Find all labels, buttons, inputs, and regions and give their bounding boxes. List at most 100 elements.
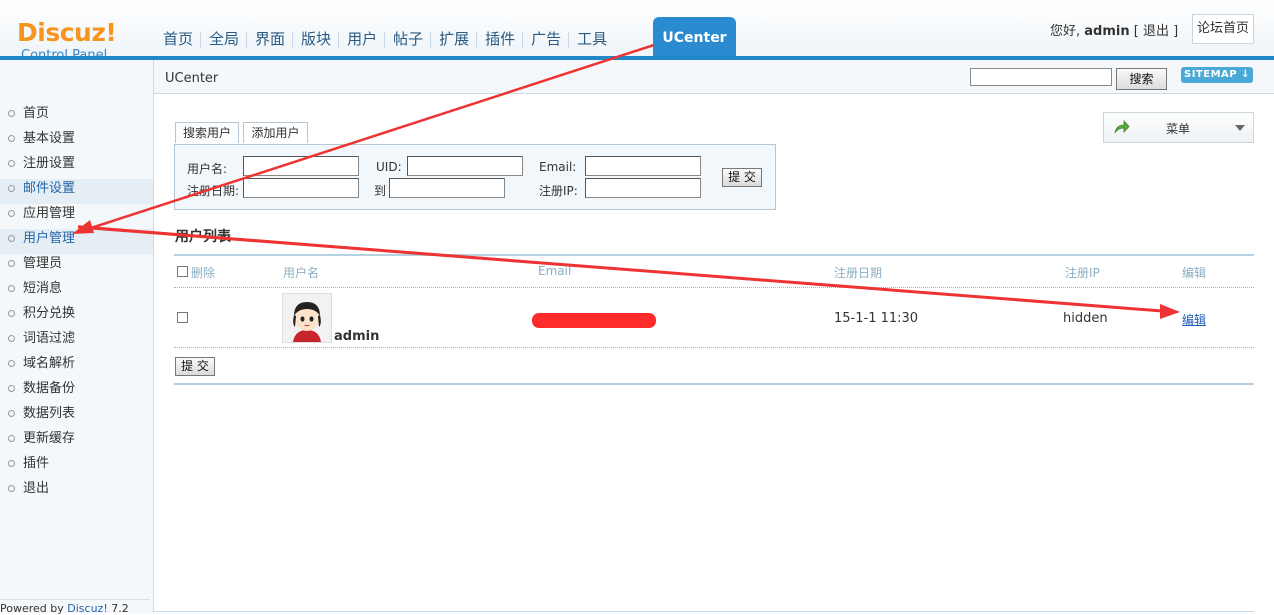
bullet-icon bbox=[8, 360, 15, 367]
nav-extend[interactable]: 扩展 bbox=[431, 26, 478, 56]
sidebar-item-credits-exchange[interactable]: 积分兑换 bbox=[0, 304, 153, 329]
col-header-regip: 注册IP bbox=[1065, 266, 1100, 280]
user-list-title: 用户列表 bbox=[175, 229, 231, 245]
row-select-checkbox[interactable] bbox=[177, 312, 188, 323]
powered-brand-link[interactable]: Discuz! bbox=[67, 602, 107, 615]
sidebar-item-label: 积分兑换 bbox=[23, 306, 76, 321]
avatar bbox=[282, 293, 332, 343]
forum-home-button[interactable]: 论坛首页 bbox=[1192, 14, 1254, 44]
row-username: admin bbox=[334, 329, 380, 344]
bullet-icon bbox=[8, 385, 15, 392]
bracket-close: ] bbox=[1173, 24, 1179, 39]
tab-search-users[interactable]: 搜索用户 bbox=[175, 122, 239, 143]
search-button[interactable]: 搜索 bbox=[1116, 68, 1167, 90]
sidebar-item-label: 基本设置 bbox=[23, 131, 76, 146]
powered-version: 7.2 bbox=[111, 602, 129, 615]
username: admin bbox=[1084, 24, 1130, 39]
regdate-to-input[interactable] bbox=[389, 178, 505, 198]
sidebar-item-domain-resolve[interactable]: 域名解析 bbox=[0, 354, 153, 379]
arrow-down-icon: ↓ bbox=[1241, 69, 1250, 80]
nav-plugins[interactable]: 插件 bbox=[477, 26, 524, 56]
chevron-down-icon bbox=[1235, 125, 1245, 131]
sidebar-item-admins[interactable]: 管理员 bbox=[0, 254, 153, 279]
search-input[interactable] bbox=[970, 68, 1112, 86]
bullet-icon bbox=[8, 410, 15, 417]
nav-global[interactable]: 全局 bbox=[201, 26, 248, 56]
user-search-form: 用户名: UID: Email: 注册日期: 到 注册IP: 提 交 bbox=[174, 144, 776, 210]
nav-ads[interactable]: 广告 bbox=[523, 26, 570, 56]
select-all-checkbox[interactable] bbox=[177, 266, 188, 277]
sidebar-item-data-backup[interactable]: 数据备份 bbox=[0, 379, 153, 404]
menu-label: 菜单 bbox=[1166, 122, 1191, 136]
list-submit-button[interactable]: 提 交 bbox=[175, 357, 215, 376]
nav-ucenter[interactable]: UCenter bbox=[653, 17, 736, 56]
col-header-delete: 删除 bbox=[191, 266, 216, 280]
sidebar-item-plugins[interactable]: 插件 bbox=[0, 454, 153, 479]
bullet-icon bbox=[8, 435, 15, 442]
bullet-icon bbox=[8, 110, 15, 117]
sitemap-label: SITEMAP bbox=[1184, 69, 1238, 80]
bullet-icon bbox=[8, 310, 15, 317]
bullet-icon bbox=[8, 210, 15, 217]
sidebar-item-label: 退出 bbox=[23, 481, 50, 496]
row-divider bbox=[174, 287, 1254, 288]
top-nav: 首页 全局 界面 版块 用户 帖子 扩展 插件 广告 工具 UCenter bbox=[155, 17, 736, 56]
username-input[interactable] bbox=[243, 156, 359, 176]
user-greeting: 您好, admin [ 退出 ] bbox=[1050, 20, 1178, 39]
regdate-label: 注册日期: bbox=[187, 184, 240, 198]
bullet-icon bbox=[8, 460, 15, 467]
nav-tools[interactable]: 工具 bbox=[569, 26, 615, 56]
search-submit-button[interactable]: 提 交 bbox=[722, 168, 762, 187]
email-input[interactable] bbox=[585, 156, 701, 176]
regdate-from-input[interactable] bbox=[243, 178, 359, 198]
col-header-edit: 编辑 bbox=[1182, 266, 1207, 280]
row-regdate: 15-1-1 11:30 bbox=[834, 311, 919, 326]
sitemap-button[interactable]: SITEMAP ↓ bbox=[1181, 67, 1253, 83]
breadcrumb-bar: UCenter 搜索 SITEMAP ↓ bbox=[154, 60, 1274, 94]
email-label: Email: bbox=[539, 160, 577, 174]
sidebar-item-update-cache[interactable]: 更新缓存 bbox=[0, 429, 153, 454]
bullet-icon bbox=[8, 185, 15, 192]
sidebar-item-basic-settings[interactable]: 基本设置 bbox=[0, 129, 153, 154]
powered-prefix: Powered by bbox=[0, 602, 64, 615]
sidebar-item-label: 邮件设置 bbox=[23, 181, 76, 196]
sidebar-item-mail-settings[interactable]: 邮件设置 bbox=[0, 179, 153, 204]
nav-home[interactable]: 首页 bbox=[155, 26, 202, 56]
sidebar-item-label: 数据列表 bbox=[23, 406, 76, 421]
greeting-text: 您好, bbox=[1050, 24, 1081, 39]
regdate-to-label: 到 bbox=[374, 184, 387, 198]
sidebar-item-label: 短消息 bbox=[23, 281, 63, 296]
sidebar: 首页 基本设置 注册设置 邮件设置 应用管理 用户管理 管理员 短消息 积分兑换… bbox=[0, 60, 154, 615]
uid-input[interactable] bbox=[407, 156, 523, 176]
sidebar-item-label: 插件 bbox=[23, 456, 50, 471]
sidebar-item-user-management[interactable]: 用户管理 bbox=[0, 229, 153, 254]
menu-dropdown[interactable]: 菜单 bbox=[1103, 112, 1254, 143]
nav-interface[interactable]: 界面 bbox=[247, 26, 294, 56]
uid-label: UID: bbox=[376, 160, 402, 174]
sidebar-item-word-filter[interactable]: 词语过滤 bbox=[0, 329, 153, 354]
tab-add-user[interactable]: 添加用户 bbox=[243, 122, 308, 143]
nav-threads[interactable]: 帖子 bbox=[385, 26, 432, 56]
bullet-icon bbox=[8, 485, 15, 492]
sidebar-item-label: 域名解析 bbox=[23, 356, 76, 371]
sidebar-item-home[interactable]: 首页 bbox=[0, 104, 153, 129]
sidebar-item-logout[interactable]: 退出 bbox=[0, 479, 153, 504]
col-header-email: Email bbox=[538, 264, 572, 278]
bullet-icon bbox=[8, 235, 15, 242]
sidebar-item-messages[interactable]: 短消息 bbox=[0, 279, 153, 304]
sidebar-item-app-management[interactable]: 应用管理 bbox=[0, 204, 153, 229]
nav-forums[interactable]: 版块 bbox=[293, 26, 340, 56]
annotation-arrow-2 bbox=[77, 225, 1180, 319]
logout-link[interactable]: 退出 bbox=[1143, 24, 1169, 39]
forward-arrow-icon bbox=[1114, 120, 1130, 134]
bullet-icon bbox=[8, 135, 15, 142]
sidebar-item-register-settings[interactable]: 注册设置 bbox=[0, 154, 153, 179]
regip-input[interactable] bbox=[585, 178, 701, 198]
nav-users[interactable]: 用户 bbox=[339, 26, 386, 56]
sidebar-item-data-list[interactable]: 数据列表 bbox=[0, 404, 153, 429]
page-title: UCenter bbox=[165, 71, 219, 86]
username-label: 用户名: bbox=[187, 162, 228, 176]
edit-user-link[interactable]: 编辑 bbox=[1182, 311, 1206, 328]
sidebar-item-label: 更新缓存 bbox=[23, 431, 76, 446]
bracket-open: [ bbox=[1133, 24, 1139, 39]
